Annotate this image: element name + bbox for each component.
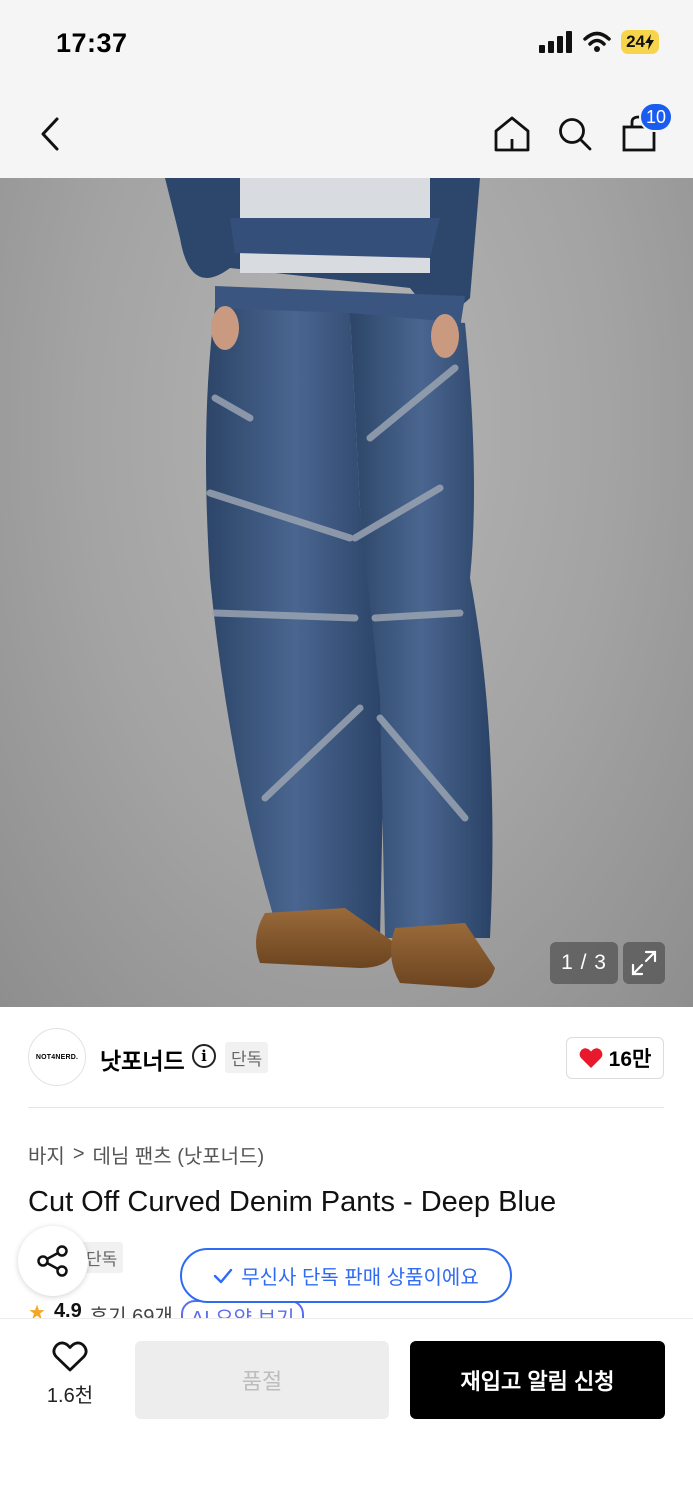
nav-bar: 10 [0, 88, 693, 178]
wifi-icon [583, 31, 611, 52]
wishlist-button[interactable]: 1.6천 [30, 1341, 110, 1421]
search-button[interactable] [551, 110, 599, 158]
restock-alert-button[interactable]: 재입고 알림 신청 [410, 1341, 665, 1419]
heart-outline-icon [52, 1341, 88, 1372]
breadcrumb: 바지 > 데님 팬츠 (낫포너드) [28, 1140, 264, 1169]
cart-count-badge: 10 [639, 102, 673, 132]
chevron-left-icon [41, 117, 59, 151]
breadcrumb-category[interactable]: 바지 [28, 1140, 65, 1169]
wishlist-count: 1.6천 [46, 1385, 94, 1407]
home-button[interactable] [488, 110, 536, 158]
breadcrumb-subcategory[interactable]: 데님 팬츠 (낫포너드) [93, 1140, 265, 1169]
brand-row: NOT4NERD. 낫포너드 i 단독 16만 [28, 1028, 664, 1086]
exclusive-badge: 단독 [225, 1042, 269, 1073]
expand-icon [631, 950, 657, 976]
rating-score: 4.9 [53, 1300, 82, 1318]
search-icon [559, 118, 592, 151]
product-title: Cut Off Curved Denim Pants - Deep Blue [28, 1186, 557, 1218]
soldout-button: 품절 [135, 1341, 389, 1419]
home-icon [494, 116, 530, 152]
bottom-action-bar: 1.6천 품절 재입고 알림 신청 [0, 1318, 693, 1500]
share-button[interactable] [18, 1226, 88, 1296]
check-icon [214, 1268, 233, 1283]
breadcrumb-separator: > [72, 1143, 85, 1165]
back-button[interactable] [26, 110, 74, 158]
toast-message: 무신사 단독 판매 상품이에요 [241, 1267, 479, 1289]
brand-like-button[interactable]: 16만 [566, 1037, 664, 1079]
signal-icon [539, 31, 573, 53]
status-bar: 17:37 24 [0, 0, 693, 88]
expand-image-button[interactable] [623, 942, 665, 984]
denim-pants-photo [165, 178, 495, 988]
brand-like-count: 16만 [608, 1048, 652, 1071]
star-icon: ★ [28, 1302, 46, 1318]
divider [28, 1107, 664, 1108]
product-image[interactable] [0, 178, 693, 1007]
battery-indicator: 24 [621, 30, 659, 54]
status-time: 17:37 [56, 28, 128, 58]
charging-icon [645, 34, 654, 50]
brand-name[interactable]: 낫포너드 [100, 1042, 185, 1076]
cart-button[interactable]: 10 [615, 102, 673, 158]
info-icon[interactable]: i [192, 1044, 216, 1068]
exclusive-toast: 무신사 단독 판매 상품이에요 [180, 1248, 512, 1303]
review-count[interactable]: 후기 69개 [90, 1300, 173, 1318]
battery-level: 24 [626, 32, 645, 51]
image-counter: 1 / 3 [550, 942, 618, 984]
share-icon [37, 1245, 68, 1277]
status-icons: 24 [539, 30, 659, 54]
heart-filled-icon [579, 1048, 603, 1068]
brand-logo[interactable]: NOT4NERD. [28, 1028, 86, 1086]
